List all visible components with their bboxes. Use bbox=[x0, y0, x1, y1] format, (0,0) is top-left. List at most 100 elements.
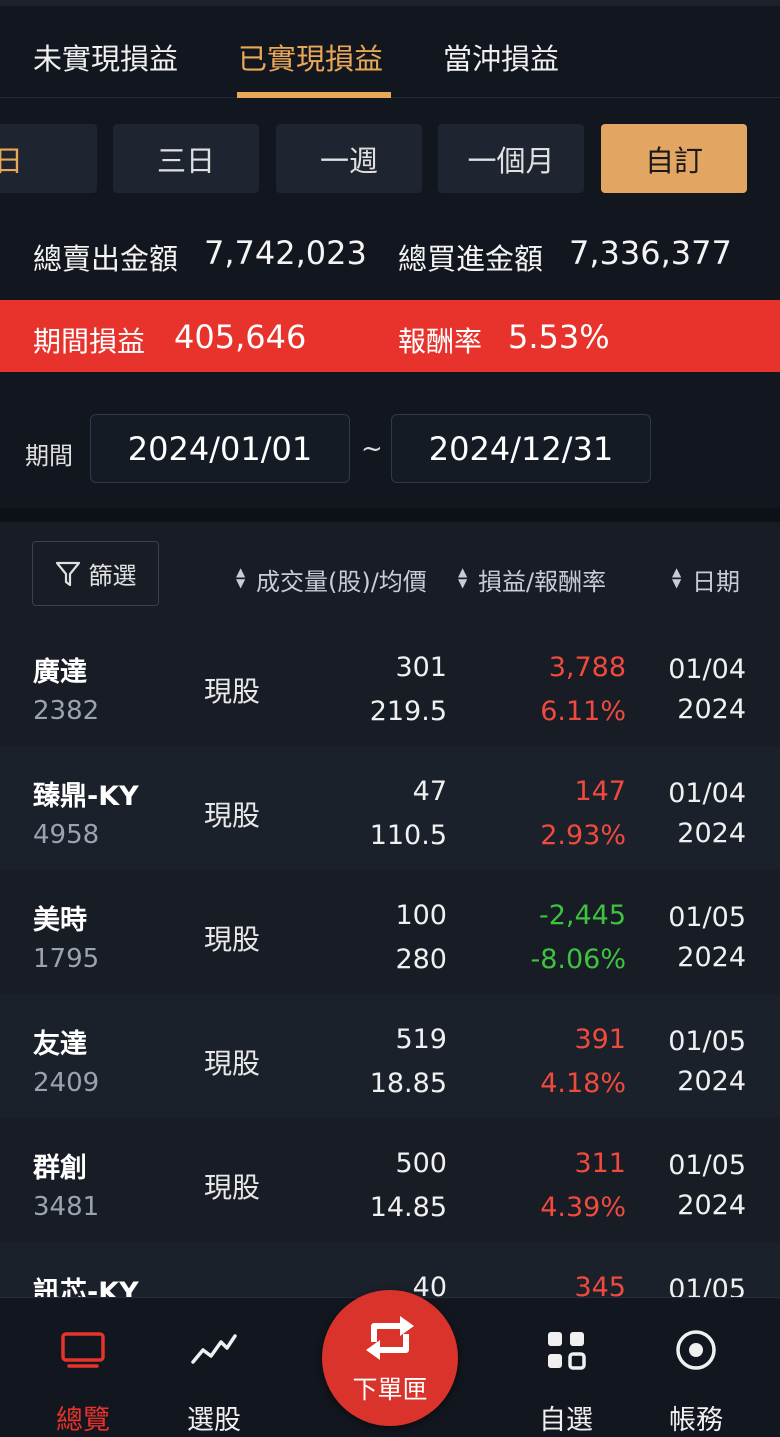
table-row[interactable]: 臻鼎-KY 4958 現股 47 110.5 147 2.93% 01/04 2… bbox=[0, 746, 780, 870]
table-row[interactable]: 友達 2409 現股 519 18.85 391 4.18% 01/05 202… bbox=[0, 994, 780, 1118]
monitor-icon bbox=[28, 1326, 138, 1374]
return-rate: 6.11% bbox=[540, 696, 626, 727]
record-circle-icon bbox=[641, 1326, 751, 1374]
trade-date: 01/04 bbox=[668, 778, 746, 809]
end-date-field[interactable]: 2024/12/31 bbox=[391, 414, 651, 483]
nav-stock-picker-label: 選股 bbox=[187, 1405, 241, 1436]
section-divider bbox=[0, 508, 780, 522]
trade-date: 01/05 bbox=[668, 1274, 746, 1297]
period-custom-button[interactable]: 自訂 bbox=[601, 124, 747, 193]
trade-type: 現股 bbox=[204, 1047, 261, 1080]
trade-list: 廣達 2382 現股 301 219.5 3,788 6.11% 01/04 2… bbox=[0, 622, 780, 1297]
trade-type: 現股 bbox=[204, 923, 261, 956]
return-rate: 2.93% bbox=[540, 820, 626, 851]
total-buy-value: 7,336,377 bbox=[569, 234, 732, 272]
start-date-field[interactable]: 2024/01/01 bbox=[90, 414, 350, 483]
avg-price: 280 bbox=[395, 944, 447, 975]
stock-code: 2409 bbox=[33, 1068, 100, 1098]
nav-stock-picker[interactable]: 選股 bbox=[159, 1326, 269, 1437]
profit-loss: 147 bbox=[574, 776, 626, 807]
nav-account-label: 帳務 bbox=[669, 1405, 723, 1436]
avg-price: 219.5 bbox=[369, 696, 447, 727]
trade-year: 2024 bbox=[677, 694, 746, 725]
filter-label: 篩選 bbox=[88, 562, 137, 590]
tab-realized[interactable]: 已實現損益 bbox=[238, 36, 383, 78]
stock-name: 友達 bbox=[33, 1029, 87, 1060]
repeat-arrows-icon bbox=[366, 1316, 414, 1360]
profit-loss: 3,788 bbox=[548, 652, 626, 683]
grid-icon bbox=[511, 1326, 621, 1374]
period-3day-button[interactable]: 三日 bbox=[113, 124, 259, 193]
trade-year: 2024 bbox=[677, 1190, 746, 1221]
tab-daytrade[interactable]: 當沖損益 bbox=[443, 36, 559, 78]
profit-loss: 345 bbox=[574, 1272, 626, 1297]
filter-button[interactable]: 篩選 bbox=[32, 541, 159, 606]
total-buy-label: 總買進金額 bbox=[398, 242, 544, 276]
volume-header-label: 成交量(股)/均價 bbox=[256, 568, 427, 596]
nav-watchlist-label: 自選 bbox=[539, 1405, 593, 1436]
table-row[interactable]: 美時 1795 現股 100 280 -2,445 -8.06% 01/05 2… bbox=[0, 870, 780, 994]
stock-name: 訊芯-KY bbox=[33, 1277, 139, 1297]
table-row[interactable]: 訊芯-KY 40 345 01/05 bbox=[0, 1242, 780, 1297]
sort-date-header[interactable]: ▲ ▼ 日期 bbox=[672, 562, 740, 597]
trade-date: 01/05 bbox=[668, 902, 746, 933]
nav-overview[interactable]: 總覽 bbox=[28, 1326, 138, 1437]
avg-price: 18.85 bbox=[369, 1068, 447, 1099]
trade-year: 2024 bbox=[677, 818, 746, 849]
stock-code: 4958 bbox=[33, 820, 100, 850]
avg-price: 110.5 bbox=[369, 820, 447, 851]
period-week-button[interactable]: 一週 bbox=[276, 124, 422, 193]
period-pl-label: 期間損益 bbox=[33, 325, 146, 358]
avg-price: 14.85 bbox=[369, 1192, 447, 1223]
trade-date: 01/05 bbox=[668, 1026, 746, 1057]
stock-code: 2382 bbox=[33, 696, 100, 726]
stock-name: 群創 bbox=[33, 1153, 87, 1184]
return-rate-value: 5.53% bbox=[508, 318, 610, 356]
trade-qty: 100 bbox=[395, 900, 447, 931]
trade-year: 2024 bbox=[677, 1066, 746, 1097]
trade-date: 01/04 bbox=[668, 654, 746, 685]
pl-tabs: 未實現損益 已實現損益 當沖損益 bbox=[0, 0, 780, 98]
nav-watchlist[interactable]: 自選 bbox=[511, 1326, 621, 1437]
return-rate: 4.39% bbox=[540, 1192, 626, 1223]
period-day-button[interactable]: 日 bbox=[0, 124, 97, 193]
profit-loss: 391 bbox=[574, 1024, 626, 1055]
tab-unrealized[interactable]: 未實現損益 bbox=[33, 36, 178, 78]
return-rate: -8.06% bbox=[530, 944, 626, 975]
total-sell-value: 7,742,023 bbox=[204, 234, 367, 272]
date-range: 期間 2024/01/01 ~ 2024/12/31 bbox=[0, 414, 780, 484]
trade-qty: 47 bbox=[412, 776, 447, 807]
sort-volume-header[interactable]: ▲ ▼ 成交量(股)/均價 bbox=[236, 562, 427, 597]
stock-code: 1795 bbox=[33, 944, 100, 974]
profit-loss: -2,445 bbox=[538, 900, 626, 931]
stock-name: 美時 bbox=[33, 905, 87, 936]
period-summary-bar: 期間損益 405,646 報酬率 5.53% bbox=[0, 300, 780, 372]
trade-type: 現股 bbox=[204, 1171, 261, 1204]
order-box-button[interactable]: 下單匣 bbox=[322, 1290, 458, 1426]
order-box-label: 下單匣 bbox=[352, 1375, 428, 1404]
total-sell-label: 總賣出金額 bbox=[33, 242, 179, 276]
trade-qty: 500 bbox=[395, 1148, 447, 1179]
sort-pl-header[interactable]: ▲ ▼ 損益/報酬率 bbox=[458, 562, 606, 597]
sort-icon: ▲ ▼ bbox=[458, 565, 468, 590]
nav-account[interactable]: 帳務 bbox=[641, 1326, 751, 1437]
range-separator: ~ bbox=[361, 434, 383, 464]
period-month-button[interactable]: 一個月 bbox=[438, 124, 584, 193]
table-header: 篩選 ▲ ▼ 成交量(股)/均價 ▲ ▼ 損益/報酬率 ▲ ▼ 日期 bbox=[0, 522, 780, 622]
table-row[interactable]: 群創 3481 現股 500 14.85 311 4.39% 01/05 202… bbox=[0, 1118, 780, 1242]
pl-header-label: 損益/報酬率 bbox=[478, 568, 607, 596]
trend-line-icon bbox=[159, 1326, 269, 1374]
trade-qty: 519 bbox=[395, 1024, 447, 1055]
bottom-nav: 總覽 選股 下單匣 自選 帳務 bbox=[0, 1290, 780, 1437]
trade-year: 2024 bbox=[677, 942, 746, 973]
stock-name: 臻鼎-KY bbox=[33, 781, 139, 812]
active-tab-indicator bbox=[237, 92, 391, 98]
date-header-label: 日期 bbox=[692, 568, 740, 596]
sort-icon: ▲ ▼ bbox=[236, 565, 246, 590]
table-row[interactable]: 廣達 2382 現股 301 219.5 3,788 6.11% 01/04 2… bbox=[0, 622, 780, 746]
nav-overview-label: 總覽 bbox=[56, 1405, 110, 1436]
trade-type: 現股 bbox=[204, 675, 261, 708]
range-label: 期間 bbox=[25, 442, 73, 470]
profit-loss: 311 bbox=[574, 1148, 626, 1179]
filter-icon bbox=[55, 561, 80, 586]
